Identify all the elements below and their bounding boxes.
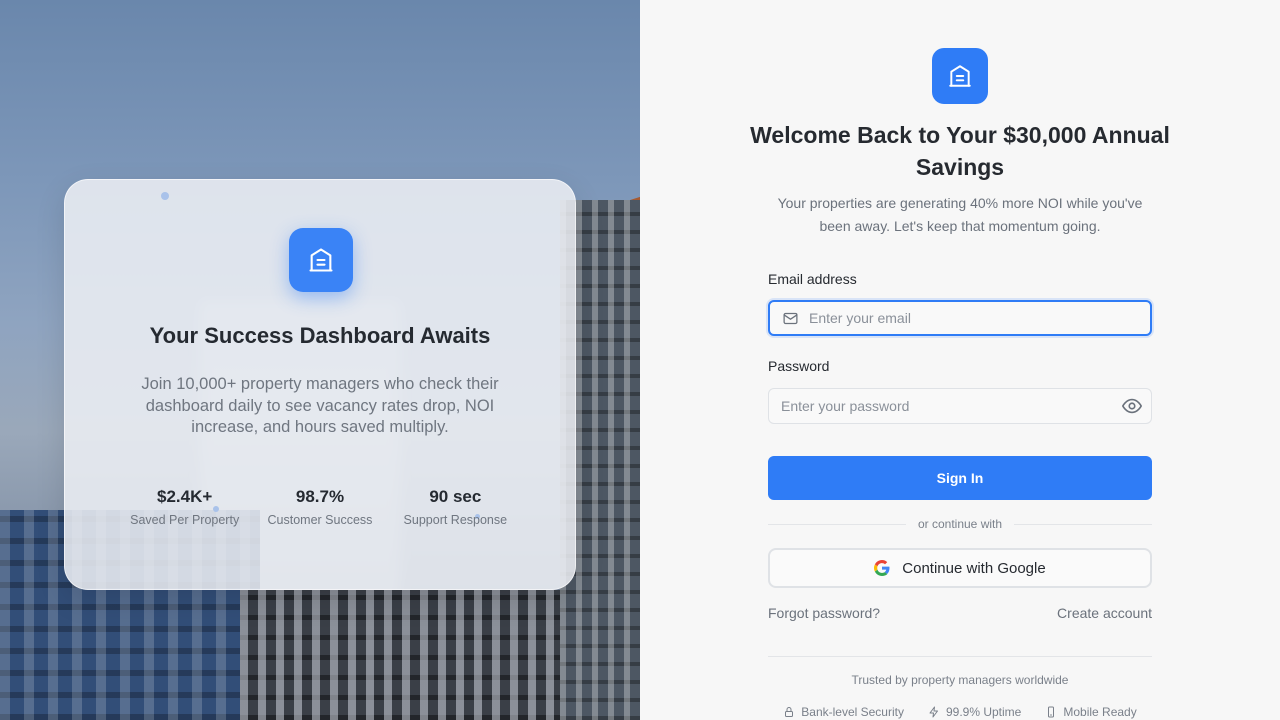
card-description: Join 10,000+ property managers who check… (141, 375, 499, 436)
login-panel: Welcome Back to Your $30,000 Annual Savi… (640, 0, 1280, 720)
sign-in-button[interactable]: Sign In (768, 456, 1152, 500)
email-label: Email address (768, 271, 857, 287)
eye-icon[interactable] (1121, 395, 1143, 417)
stat-value: 98.7% (295, 487, 345, 506)
stat-label: Saved Per Property (130, 513, 240, 527)
badge-label: Bank-level Security (801, 705, 904, 719)
hero-panel: Your Success Dashboard Awaits Join 10,00… (0, 0, 640, 720)
badge-label: Mobile Ready (1063, 705, 1137, 719)
building-logo-icon (932, 48, 988, 104)
stat-label: Support Response (403, 513, 508, 527)
password-field-wrapper (768, 388, 1152, 424)
email-field-wrapper (768, 300, 1152, 336)
badge-label: 99.9% Uptime (945, 705, 1022, 719)
phone-icon (1045, 706, 1057, 718)
divider-line (1014, 523, 1153, 525)
stat-saved-per-property: $2.4K+ Saved Per Property (117, 487, 252, 528)
stat-support-response: 90 sec Support Response (388, 487, 523, 528)
stat-value: 90 sec (429, 487, 482, 506)
building-logo-icon (289, 228, 353, 292)
stat-customer-success: 98.7% Customer Success (252, 487, 387, 528)
page-subtitle: Your properties are generating 40% more … (777, 195, 1143, 234)
badge-mobile: Mobile Ready (1045, 705, 1137, 719)
create-account-link[interactable]: Create account (1057, 605, 1152, 621)
page-title: Welcome Back to Your $30,000 Annual Savi… (750, 122, 1170, 180)
background-building (240, 590, 560, 720)
email-input[interactable] (809, 310, 1150, 326)
card-title: Your Success Dashboard Awaits (149, 323, 491, 348)
trusted-text: Trusted by property managers worldwide (851, 673, 1069, 687)
mail-icon (782, 310, 799, 327)
trust-badges: Bank-level Security 99.9% Uptime Mobile … (640, 705, 1280, 719)
stats-row: $2.4K+ Saved Per Property 98.7% Customer… (117, 487, 523, 528)
google-sign-in-button[interactable]: Continue with Google (768, 548, 1152, 588)
google-icon (874, 560, 890, 576)
lock-icon (783, 706, 795, 718)
lightning-icon (928, 706, 940, 718)
badge-uptime: 99.9% Uptime (928, 705, 1021, 719)
password-input[interactable] (781, 398, 1121, 414)
password-label: Password (768, 358, 830, 374)
decorative-dot (161, 192, 169, 200)
divider-line (768, 523, 906, 525)
divider-text: or continue with (917, 517, 1003, 531)
divider: or continue with (768, 516, 1153, 532)
success-card: Your Success Dashboard Awaits Join 10,00… (64, 179, 576, 590)
forgot-password-link[interactable]: Forgot password? (768, 605, 880, 621)
stat-value: $2.4K+ (157, 487, 213, 506)
footer-divider (768, 656, 1152, 657)
google-button-label: Continue with Google (902, 559, 1046, 577)
badge-security: Bank-level Security (783, 705, 904, 719)
stat-label: Customer Success (267, 513, 373, 527)
